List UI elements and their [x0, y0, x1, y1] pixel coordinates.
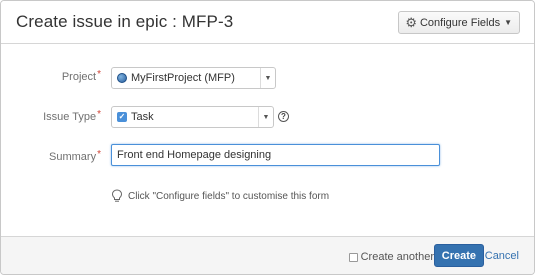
required-marker: * [97, 69, 101, 80]
configure-hint: Click "Configure fields" to customise th… [111, 189, 329, 203]
project-select[interactable]: MyFirstProject (MFP) ▼ [111, 67, 276, 89]
summary-input[interactable] [111, 144, 440, 166]
configure-fields-button[interactable]: ⚙ Configure Fields ▼ [398, 11, 520, 34]
dialog-title: Create issue in epic : MFP-3 [16, 12, 234, 31]
create-button[interactable]: Create [433, 244, 484, 267]
issue-type-value-text: Task [131, 111, 154, 123]
project-label-text: Project [61, 71, 97, 83]
project-value-text: MyFirstProject (MFP) [131, 72, 235, 84]
summary-label-text: Summary [49, 151, 97, 163]
issue-type-label-text: Issue Type [43, 111, 97, 123]
chevron-down-icon: ▼ [504, 18, 512, 27]
lightbulb-icon [111, 189, 123, 202]
dialog-header: Create issue in epic : MFP-3 ⚙ Configure… [1, 1, 534, 44]
task-icon: ✓ [117, 112, 127, 122]
project-label: Project* [1, 69, 101, 83]
create-another-label: Create another [360, 251, 434, 263]
issue-type-select[interactable]: ✓ Task ▼ [111, 106, 274, 128]
chevron-down-icon[interactable]: ▼ [260, 68, 275, 88]
required-marker: * [97, 109, 101, 120]
hint-text: Click "Configure fields" to customise th… [128, 190, 330, 202]
project-select-value: MyFirstProject (MFP) [112, 72, 260, 84]
chevron-down-icon[interactable]: ▼ [258, 107, 273, 127]
cancel-link[interactable]: Cancel [485, 250, 519, 262]
help-icon[interactable]: ? [278, 111, 289, 122]
create-issue-dialog: Create issue in epic : MFP-3 ⚙ Configure… [0, 0, 535, 275]
issue-type-select-value: ✓ Task [112, 111, 258, 123]
dialog-footer: Create another Create Cancel [1, 236, 534, 274]
configure-fields-label: Configure Fields [419, 16, 501, 29]
required-marker: * [97, 149, 101, 160]
summary-label: Summary* [1, 149, 101, 163]
create-another-checkbox[interactable]: Create another [348, 251, 434, 263]
gear-icon: ⚙ [405, 15, 417, 30]
checkbox-box[interactable] [348, 252, 358, 262]
issue-type-label: Issue Type* [1, 109, 101, 123]
project-avatar-icon [117, 73, 127, 83]
